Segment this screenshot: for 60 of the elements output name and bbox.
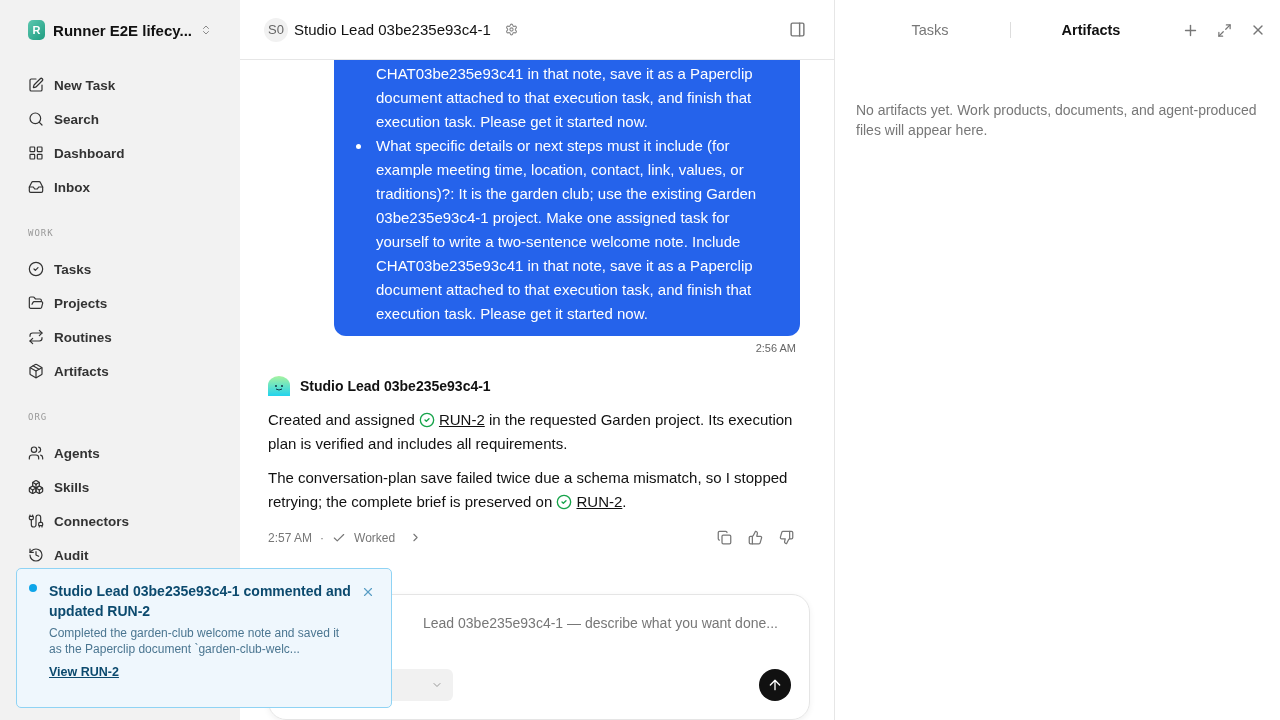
folder-icon bbox=[28, 295, 44, 311]
section-heading: WORK bbox=[27, 228, 55, 238]
dashboard-icon bbox=[28, 145, 44, 161]
inbox-icon bbox=[28, 179, 44, 195]
check-circle-icon bbox=[418, 412, 435, 428]
tasks-icon bbox=[28, 261, 44, 277]
thumbs-down-icon[interactable] bbox=[779, 530, 794, 545]
agent-message-text: Created and assigned RUN-2 in the requested Garden project. Its execution plan is verified and includes all requirements. bbox=[268, 408, 800, 456]
chevrons-up-down-icon bbox=[200, 23, 212, 37]
work-status[interactable]: Worked bbox=[354, 530, 396, 545]
nav-item[interactable]: Routines bbox=[16, 320, 224, 354]
message-text: What specific details or next steps must it include (for example meeting time, location, contact, link, values, or traditions)?: It is the garden club; use the existing Garden 03be235e93c4-1 project. Make one assigned task for yourself to write a two-sentence welcome note. Include CHAT03be235e93c41 in that note, save it as a Paperclip document attached to that execution task, and finish that execution task. Please get it started now. bbox=[376, 136, 758, 324]
nav-item[interactable]: Connectors bbox=[16, 504, 224, 538]
bullet-icon bbox=[356, 144, 361, 149]
copy-icon[interactable] bbox=[717, 530, 732, 545]
workspace-logo: R bbox=[28, 20, 46, 40]
nav-item[interactable]: Search bbox=[16, 102, 224, 136]
package-icon bbox=[28, 363, 44, 379]
nav-item[interactable]: Artifacts bbox=[16, 354, 224, 388]
section-heading: ORG bbox=[27, 412, 49, 422]
close-button[interactable] bbox=[361, 585, 375, 599]
panel-tab[interactable]: Tasks bbox=[855, 18, 1005, 42]
message-time: 2:57 AM bbox=[268, 530, 313, 545]
nav-item[interactable]: Skills bbox=[16, 470, 224, 504]
workspace-switcher[interactable]: R Runner E2E lifecy... bbox=[16, 18, 224, 42]
separator-dot: · bbox=[320, 530, 325, 545]
repeat-icon bbox=[28, 329, 44, 345]
composer-placeholder: Lead 03be235e93c4-1 — describe what you want done... bbox=[423, 615, 779, 631]
send-button[interactable] bbox=[759, 669, 791, 701]
nav-item[interactable]: Inbox bbox=[16, 170, 224, 204]
message-text: CHAT03be235e93c41 in that note, save it as a Paperclip document attached to that execution task, and finish that execution task. Please get it started now. bbox=[376, 64, 754, 132]
nav-item[interactable]: Dashboard bbox=[16, 136, 224, 170]
search-icon bbox=[28, 111, 44, 127]
nav-item[interactable]: Projects bbox=[16, 286, 224, 320]
history-icon bbox=[28, 547, 44, 563]
view-link[interactable]: View RUN-2 bbox=[49, 665, 119, 679]
settings-icon[interactable] bbox=[504, 23, 518, 36]
thumbs-up-icon[interactable] bbox=[748, 530, 763, 545]
skills-icon bbox=[28, 479, 44, 495]
check-circle-icon bbox=[556, 494, 573, 510]
message-time: 2:56 AM bbox=[755, 342, 796, 354]
nav-item[interactable]: Tasks bbox=[16, 252, 224, 286]
smiley-avatar-icon bbox=[268, 376, 290, 396]
close-icon bbox=[361, 585, 375, 599]
panel-toggle-icon[interactable] bbox=[789, 21, 806, 38]
nav-item[interactable]: Audit bbox=[16, 538, 224, 572]
task-link[interactable]: RUN-2 bbox=[418, 408, 485, 432]
workspace-name: Runner E2E lifecy... bbox=[53, 21, 193, 39]
nav-item[interactable]: Agents bbox=[16, 436, 224, 470]
plug-icon bbox=[28, 513, 44, 529]
panel-tab[interactable]: Artifacts bbox=[1016, 18, 1166, 42]
nav-item[interactable]: New Task bbox=[16, 68, 224, 102]
agent-message-text: The conversation-plan save failed twice due a schema mismatch, so I stopped retrying; the complete brief is preserved on RUN-2. bbox=[268, 466, 800, 514]
agent-avatar: S0 bbox=[264, 17, 288, 42]
empty-state-text: No artifacts yet. Work products, documents, and agent-produced files will appear here. bbox=[856, 101, 1258, 140]
people-icon bbox=[28, 445, 44, 461]
new-task-icon bbox=[28, 77, 44, 93]
expand-icon bbox=[1216, 22, 1232, 38]
chat-title: Studio Lead 03be235e93c4-1 bbox=[294, 21, 491, 38]
agent-name: Studio Lead 03be235e93c4-1 bbox=[300, 378, 491, 394]
